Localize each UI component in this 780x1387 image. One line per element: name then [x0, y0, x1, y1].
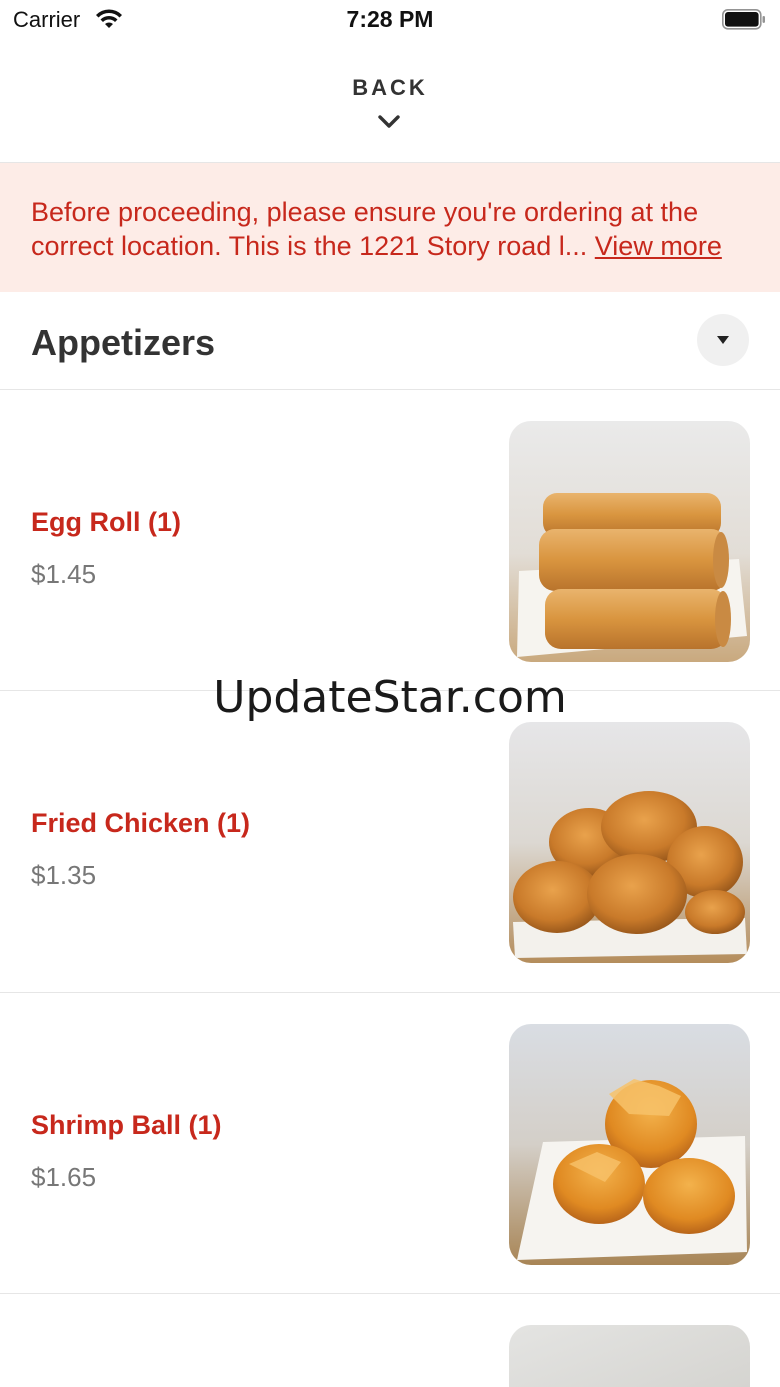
back-button[interactable]: BACK — [0, 62, 780, 162]
item-price: $1.65 — [31, 1162, 97, 1192]
caret-down-icon — [717, 336, 729, 344]
watermark-text: UpdateStar.com — [213, 672, 567, 723]
menu-item-fried-chicken[interactable]: Fried Chicken (1) $1.35 — [0, 691, 780, 992]
menu-item-shrimp-ball[interactable]: Shrimp Ball (1) $1.65 — [0, 993, 780, 1294]
fried-chicken-photo — [509, 722, 750, 963]
item-price: $1.45 — [31, 559, 97, 589]
egg-roll-photo — [509, 421, 750, 662]
menu-item-egg-roll[interactable]: Egg Roll (1) $1.45 — [0, 390, 780, 691]
menu-item-photo — [509, 1325, 750, 1387]
category-header: Appetizers — [0, 292, 780, 389]
status-bar: Carrier 7:28 PM — [0, 0, 780, 40]
location-notice: Before proceeding, please ensure you're … — [0, 163, 780, 292]
category-title: Appetizers — [31, 322, 216, 363]
item-price: $1.35 — [31, 860, 97, 890]
menu-screen: Carrier 7:28 PM BACK Before proceeding, … — [0, 0, 780, 1387]
chevron-down-icon — [378, 115, 400, 128]
item-name: Shrimp Ball (1) — [31, 1110, 222, 1140]
shrimp-ball-photo — [509, 1024, 750, 1265]
notice-text: Before proceeding, please ensure you're … — [31, 195, 756, 263]
item-name: Egg Roll (1) — [31, 507, 181, 537]
menu-item-partial[interactable] — [0, 1294, 780, 1387]
item-name: Fried Chicken (1) — [31, 808, 251, 838]
view-more-link[interactable]: View more — [595, 231, 722, 261]
category-toggle-button[interactable] — [697, 314, 749, 366]
clock: 7:28 PM — [346, 6, 434, 32]
back-label: BACK — [352, 75, 428, 100]
battery-full-icon — [722, 9, 765, 30]
